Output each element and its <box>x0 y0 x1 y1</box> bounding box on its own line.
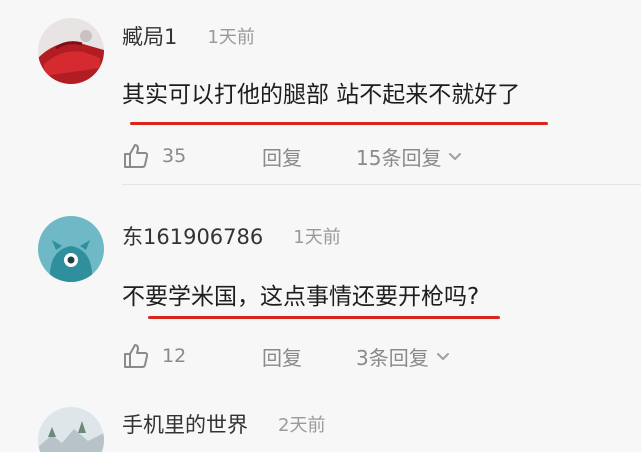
avatar[interactable] <box>38 18 104 84</box>
like-button[interactable]: 12 <box>122 342 186 370</box>
timestamp: 1天前 <box>207 27 255 48</box>
reply-button[interactable]: 回复 <box>262 142 302 171</box>
chevron-down-icon <box>436 353 449 360</box>
replies-count-label: 15条回复 <box>356 145 442 170</box>
like-count: 12 <box>162 345 187 367</box>
like-button[interactable]: 35 <box>122 142 186 170</box>
avatar[interactable] <box>38 407 104 452</box>
divider <box>122 184 641 185</box>
username[interactable]: 手机里的世界 <box>122 409 248 439</box>
comment-actions: 35 回复 15条回复 <box>122 140 462 172</box>
comment-actions: 12 回复 3条回复 <box>122 340 449 372</box>
teal-monster-avatar-icon <box>38 216 104 282</box>
view-replies-button[interactable]: 3条回复 <box>356 342 451 371</box>
comment-header: 手机里的世界 2天前 <box>122 408 325 440</box>
highlight-underline <box>148 316 500 319</box>
comment-header: 臧局1 1天前 <box>122 20 255 52</box>
avatar[interactable] <box>38 216 104 282</box>
comment-header: 东161906786 1天前 <box>122 220 341 252</box>
thumbs-up-icon <box>124 144 149 168</box>
comment-feed: 臧局1 1天前 其实可以打他的腿部 站不起来不就好了 35 回复 15条回复 东… <box>0 0 641 452</box>
timestamp: 2天前 <box>278 415 326 436</box>
replies-count-label: 3条回复 <box>356 345 429 370</box>
reply-button[interactable]: 回复 <box>262 342 302 371</box>
chevron-down-icon <box>449 153 462 160</box>
comment-text: 不要学米国，这点事情还要开枪吗? <box>122 284 480 310</box>
username[interactable]: 东161906786 <box>122 221 263 251</box>
landscape-avatar-icon <box>38 407 104 452</box>
highlight-underline <box>130 122 548 125</box>
view-replies-button[interactable]: 15条回复 <box>356 142 463 171</box>
comment-text: 其实可以打他的腿部 站不起来不就好了 <box>122 82 521 108</box>
red-car-avatar-icon <box>38 18 104 84</box>
thumbs-up-icon <box>124 344 149 368</box>
timestamp: 1天前 <box>293 227 341 248</box>
username[interactable]: 臧局1 <box>122 21 177 51</box>
like-count: 35 <box>162 145 187 167</box>
